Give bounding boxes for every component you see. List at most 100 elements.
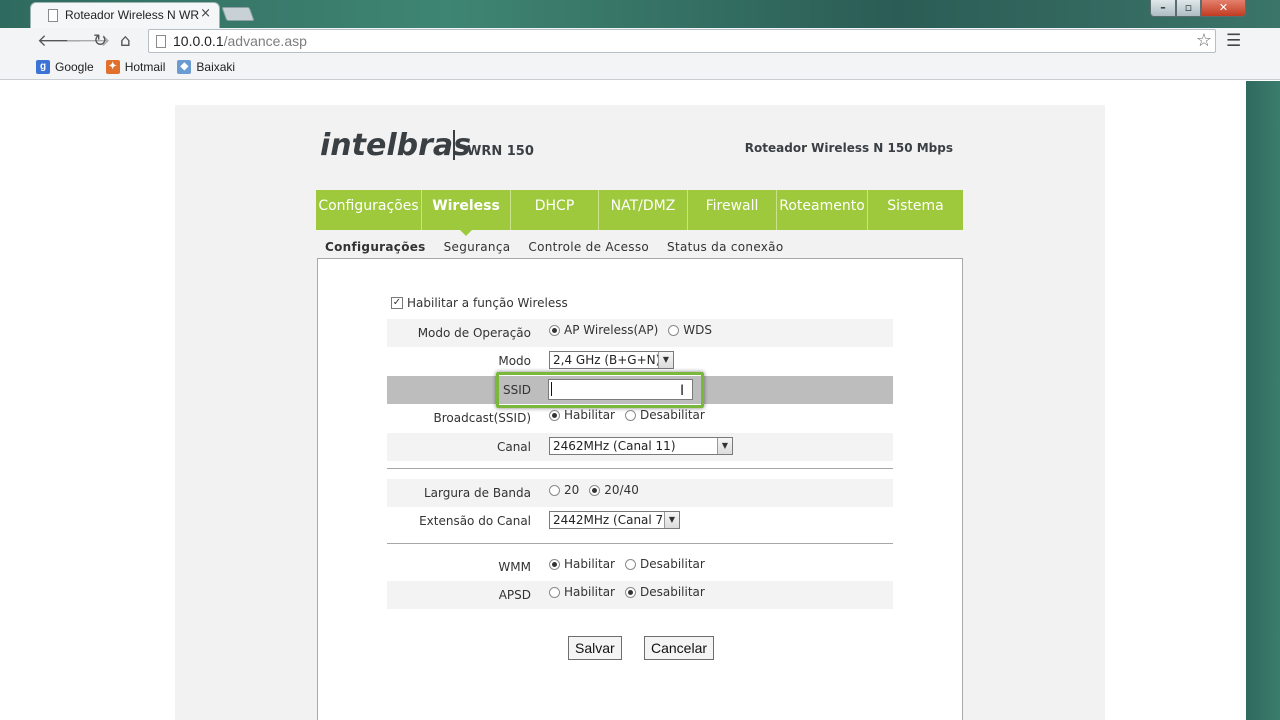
minimize-icon: – <box>1160 1 1166 14</box>
hotmail-icon: ✦ <box>105 60 120 74</box>
enable-wireless-checkbox[interactable]: ✓ <box>391 297 403 309</box>
apsd-row: APSD Habilitar Desabilitar <box>387 581 893 609</box>
new-tab-button[interactable] <box>221 7 255 21</box>
radio-ap-wireless[interactable]: AP Wireless(AP) <box>549 323 658 337</box>
reload-icon[interactable]: ↻ <box>93 31 107 51</box>
channel-select-value: 2462MHz (Canal 11) <box>553 439 676 453</box>
window-left-edge <box>0 81 30 720</box>
bookmark-hotmail[interactable]: ✦ Hotmail <box>105 58 166 76</box>
channel-extension-select[interactable]: 2442MHz (Canal 7) ▼ <box>549 511 680 529</box>
radio-dot <box>625 586 636 598</box>
save-button[interactable]: Salvar <box>568 636 622 660</box>
operation-mode-row: Modo de Operação AP Wireless(AP) WDS <box>387 319 893 347</box>
radio-label: Habilitar <box>564 408 615 422</box>
radio-dot <box>625 409 636 421</box>
radio-dot <box>549 586 560 598</box>
channel-extension-label: Extensão do Canal <box>419 514 531 528</box>
radio-dot <box>668 324 680 336</box>
radio-label: Habilitar <box>564 557 615 571</box>
radio-apsd-enable[interactable]: Habilitar <box>549 585 615 599</box>
nav-sistema[interactable]: Sistema <box>868 190 963 230</box>
radio-dot <box>589 484 601 496</box>
url-text: 10.0.0.1/advance.asp <box>173 33 307 49</box>
address-bar[interactable]: 10.0.0.1/advance.asp ☆ <box>148 29 1216 53</box>
nav-configuracoes[interactable]: Configurações <box>316 190 422 230</box>
maximize-button[interactable]: ▫ <box>1176 0 1201 17</box>
bandwidth-label: Largura de Banda <box>423 486 531 500</box>
bookmark-label: Hotmail <box>124 60 166 74</box>
subnav-status-conexao[interactable]: Status da conexão <box>667 240 783 254</box>
bandwidth-row: Largura de Banda 20 20/40 <box>387 479 893 507</box>
radio-broadcast-disable[interactable]: Desabilitar <box>625 408 705 422</box>
router-model: WRN 150 <box>467 144 534 159</box>
subnav-controle-acesso[interactable]: Controle de Acesso <box>528 240 649 254</box>
mode-row: Modo 2,4 GHz (B+G+N) ▼ <box>387 347 893 375</box>
chevron-down-icon: ▼ <box>664 512 679 528</box>
chevron-down-icon: ▼ <box>717 438 732 454</box>
google-icon: g <box>36 60 50 74</box>
baixaki-icon: ◆ <box>177 60 192 74</box>
ssid-input[interactable] <box>548 379 693 400</box>
tab-close-icon[interactable]: × <box>200 6 211 21</box>
window-close-button[interactable]: ✕ <box>1201 0 1246 17</box>
radio-apsd-disable[interactable]: Desabilitar <box>625 585 705 599</box>
home-icon[interactable]: ⌂ <box>120 31 131 51</box>
broadcast-label: Broadcast(SSID) <box>433 411 532 425</box>
nav-wireless[interactable]: Wireless <box>422 190 511 236</box>
browser-toolbar: 🡐 🡒 ↻ ⌂ 10.0.0.1/advance.asp ☆ ☰ g Googl… <box>0 28 1280 80</box>
radio-label: Desabilitar <box>640 557 705 571</box>
bookmarks-bar: g Google ✦ Hotmail ◆ Baixaki <box>36 58 235 76</box>
menu-icon[interactable]: ☰ <box>1226 31 1241 51</box>
radio-wds[interactable]: WDS <box>668 323 712 337</box>
close-icon: ✕ <box>1218 1 1229 14</box>
nav-dhcp[interactable]: DHCP <box>511 190 599 230</box>
radio-bandwidth-20[interactable]: 20 <box>549 483 579 497</box>
radio-dot <box>549 409 560 421</box>
bookmark-google[interactable]: g Google <box>36 58 94 76</box>
intelbras-logo: intelbras <box>320 128 471 163</box>
channel-select[interactable]: 2462MHz (Canal 11) ▼ <box>549 437 733 455</box>
sub-nav: Configurações Segurança Controle de Aces… <box>325 240 783 254</box>
radio-broadcast-enable[interactable]: Habilitar <box>549 408 615 422</box>
enable-wireless-row[interactable]: ✓ Habilitar a função Wireless <box>391 296 568 310</box>
bookmark-star-icon[interactable]: ☆ <box>1196 30 1212 51</box>
bookmark-baixaki[interactable]: ◆ Baixaki <box>177 58 235 76</box>
logo-separator <box>453 130 455 160</box>
subnav-configuracoes[interactable]: Configurações <box>325 240 426 254</box>
radio-label: 20 <box>564 483 580 497</box>
radio-dot <box>549 558 560 570</box>
channel-row: Canal 2462MHz (Canal 11) ▼ <box>387 433 893 461</box>
apsd-label: APSD <box>498 588 531 602</box>
section-divider <box>387 468 893 469</box>
cancel-button[interactable]: Cancelar <box>644 636 715 660</box>
minimize-button[interactable]: – <box>1150 0 1176 17</box>
mode-label: Modo <box>498 354 531 368</box>
nav-nat-dmz[interactable]: NAT/DMZ <box>599 190 688 230</box>
main-nav: Configurações Wireless DHCP NAT/DMZ Fire… <box>316 190 963 236</box>
wmm-row: WMM Habilitar Desabilitar <box>387 553 893 581</box>
radio-label: 20/40 <box>604 483 639 497</box>
broadcast-row: Broadcast(SSID) Habilitar Desabilitar <box>387 404 893 432</box>
operation-mode-label: Modo de Operação <box>417 326 531 340</box>
wmm-label: WMM <box>498 560 531 574</box>
radio-bandwidth-20-40[interactable]: 20/40 <box>589 483 639 497</box>
nav-roteamento[interactable]: Roteamento <box>777 190 868 230</box>
page-icon <box>156 35 166 48</box>
radio-label: AP Wireless(AP) <box>564 323 659 337</box>
channel-label: Canal <box>496 440 531 454</box>
enable-wireless-label: Habilitar a função Wireless <box>407 296 568 310</box>
radio-dot <box>625 558 636 570</box>
radio-dot <box>549 484 560 496</box>
nav-firewall[interactable]: Firewall <box>688 190 777 230</box>
bookmark-label: Google <box>55 60 94 74</box>
radio-wmm-disable[interactable]: Desabilitar <box>625 557 705 571</box>
mode-select[interactable]: 2,4 GHz (B+G+N) ▼ <box>549 351 674 369</box>
radio-label: Desabilitar <box>640 408 705 422</box>
desktop-edge <box>1246 81 1280 720</box>
browser-tab[interactable]: Roteador Wireless N WRN × <box>30 2 220 28</box>
section-divider <box>387 543 893 544</box>
chevron-down-icon: ▼ <box>658 352 673 368</box>
product-name: Roteador Wireless N 150 Mbps <box>744 141 953 155</box>
radio-wmm-enable[interactable]: Habilitar <box>549 557 615 571</box>
subnav-seguranca[interactable]: Segurança <box>444 240 511 254</box>
